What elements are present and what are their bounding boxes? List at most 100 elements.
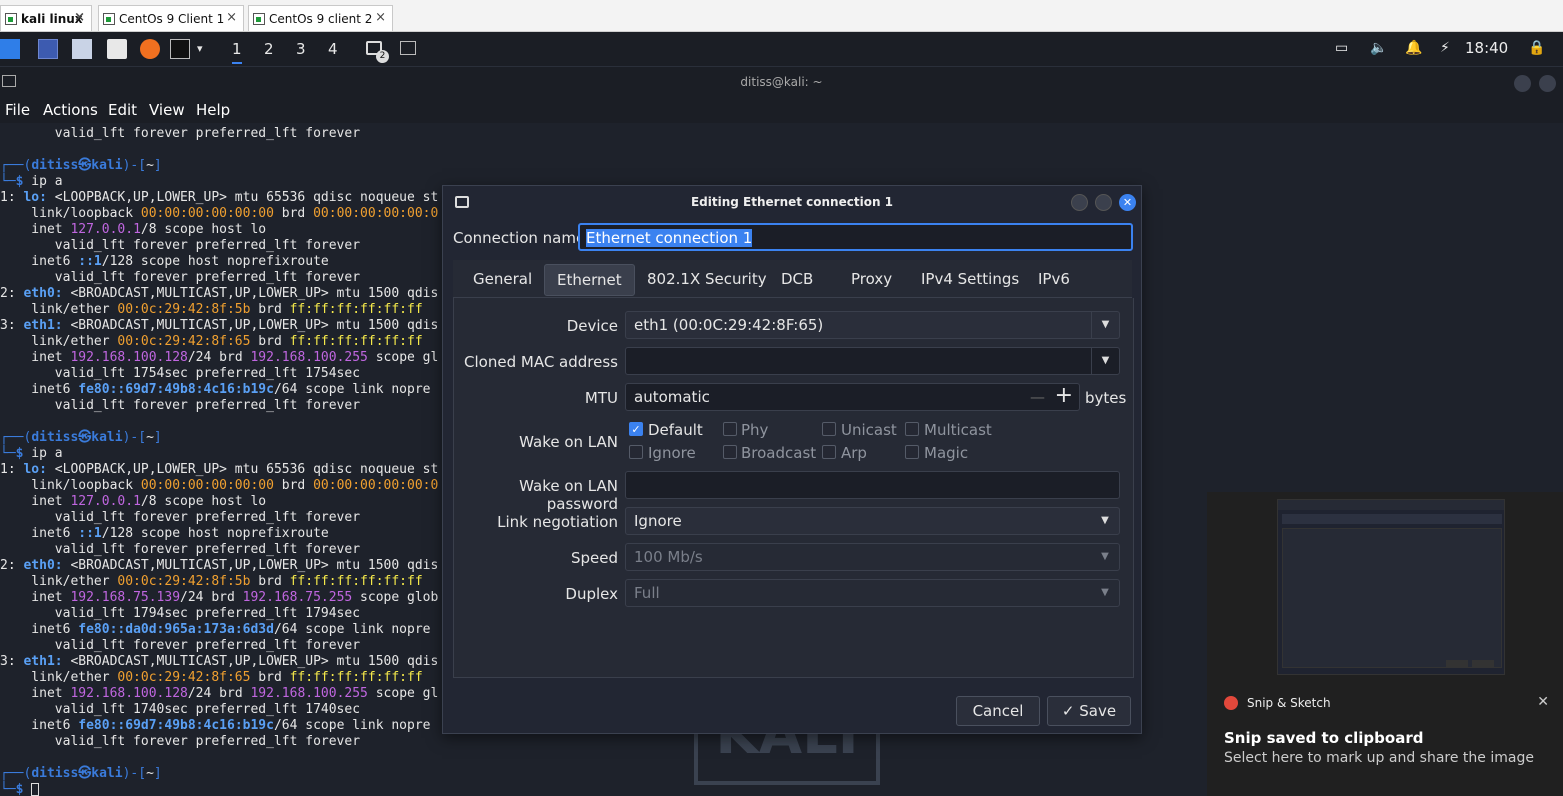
wol-default-checkbox[interactable]: ✓ [629,422,643,436]
link-negotiation-select[interactable]: Ignore ▼ [625,507,1120,535]
workspace-4[interactable]: 4 [328,40,338,58]
wol-magic-checkbox[interactable] [905,445,919,459]
tab-ethernet[interactable]: Ethernet [544,264,635,296]
terminal-line: inet 127.0.0.1/8 scope host lo [0,222,267,237]
menu-actions[interactable]: Actions [43,101,98,119]
desktop-icon[interactable] [38,39,58,59]
vm-tab-centos-1[interactable]: CentOs 9 Client 1 × [98,5,244,31]
vm-icon [5,12,17,25]
wol-ignore-checkbox[interactable] [629,445,643,459]
tab-dcb[interactable]: DCB [769,264,825,296]
workspace-2[interactable]: 2 [264,40,274,58]
notification-subtitle: Select here to mark up and share the ima… [1224,750,1534,766]
wol-unicast-label: Unicast [841,421,897,439]
menu-file[interactable]: File [5,101,30,119]
terminal-window-icon[interactable] [400,41,416,55]
workspace-3[interactable]: 3 [296,40,306,58]
device-select[interactable]: eth1 (00:0C:29:42:8F:65) ▼ [625,311,1120,339]
tab-8021x-security[interactable]: 802.1X Security [635,264,779,296]
checkmark-icon: ✓ [1061,702,1080,720]
minimize-button[interactable] [1071,194,1088,211]
wol-arp-checkbox[interactable] [822,445,836,459]
display-icon[interactable]: ▭ [1335,40,1348,56]
terminal-line: 3: eth1: <BROADCAST,MULTICAST,UP,LOWER_U… [0,318,439,333]
close-icon[interactable]: × [226,10,237,25]
terminal-line: 2: eth0: <BROADCAST,MULTICAST,UP,LOWER_U… [0,286,439,301]
volume-icon[interactable]: 🔈 [1370,40,1387,56]
close-icon[interactable]: ✕ [1537,694,1549,710]
terminal-line: valid_lft forever preferred_lft forever [0,126,361,141]
cloned-mac-select[interactable]: ▼ [625,347,1120,375]
close-icon[interactable]: × [375,10,386,25]
duplex-select[interactable]: Full ▼ [625,579,1120,607]
terminal-line: link/loopback 00:00:00:00:00:00 brd 00:0… [0,206,439,221]
close-button[interactable]: ✕ [1119,194,1136,211]
maximize-button[interactable] [1539,75,1556,92]
firefox-icon[interactable] [140,39,160,59]
chevron-down-icon: ▼ [1101,551,1109,562]
workspace-1[interactable]: 1 [232,40,242,64]
duplex-label: Duplex [565,585,618,603]
vm-tab-bar: kali linux × CentOs 9 Client 1 × CentOs 9 … [0,0,1563,32]
terminal-line: inet6 ::1/128 scope host noprefixroute [0,526,329,541]
terminal-line: valid_lft forever preferred_lft forever [0,638,361,653]
terminal-line: ┌──(ditiss㉿kali)-[~] [0,158,162,173]
vm-tab-centos-2[interactable]: CentOs 9 client 2 × [248,5,393,31]
bell-icon[interactable]: 🔔 [1405,40,1422,56]
cancel-button[interactable]: Cancel [956,696,1040,726]
menu-help[interactable]: Help [196,101,230,119]
terminal-line: valid_lft forever preferred_lft forever [0,734,361,749]
dialog-tabs: General Ethernet 802.1X Security DCB Pro… [453,260,1132,318]
snip-notification[interactable]: Snip & Sketch ✕ Snip saved to clipboard … [1207,492,1563,796]
wol-magic-label: Magic [924,444,969,462]
maximize-button[interactable] [1095,194,1112,211]
terminal-line: valid_lft forever preferred_lft forever [0,398,361,413]
wol-ignore-label: Ignore [648,444,696,462]
terminal-line: valid_lft forever preferred_lft forever [0,510,361,525]
terminal-line: 1: lo: <LOOPBACK,UP,LOWER_UP> mtu 65536 … [0,190,439,205]
mtu-input[interactable]: automatic — + [625,383,1080,411]
menu-view[interactable]: View [149,101,185,119]
save-button[interactable]: ✓ Save [1047,696,1131,726]
wol-multicast-label: Multicast [924,421,992,439]
speed-label: Speed [570,549,618,567]
terminal-line: inet 127.0.0.1/8 scope host lo [0,494,267,509]
terminal-line: 3: eth1: <BROADCAST,MULTICAST,UP,LOWER_U… [0,654,439,669]
wol-broadcast-label: Broadcast [741,444,817,462]
close-icon[interactable]: × [74,10,85,25]
vm-icon [253,12,265,25]
wol-phy-checkbox[interactable] [723,422,737,436]
chevron-down-icon[interactable]: ▾ [197,42,203,55]
terminal-line: link/loopback 00:00:00:00:00:00 brd 00:0… [0,478,439,493]
chevron-down-icon: ▼ [1101,515,1109,526]
plus-icon[interactable]: + [1055,384,1073,408]
wol-unicast-checkbox[interactable] [822,422,836,436]
terminal-line: 1: lo: <LOOPBACK,UP,LOWER_UP> mtu 65536 … [0,462,439,477]
terminal-line: valid_lft 1754sec preferred_lft 1754sec [0,366,361,381]
vm-tab-kali[interactable]: kali linux × [0,5,92,31]
power-icon[interactable]: ⚡ [1440,40,1450,56]
terminal-line: inet 192.168.100.128/24 brd 192.168.100.… [0,350,439,365]
wol-password-input[interactable] [625,471,1120,499]
clock[interactable]: 18:40 [1465,39,1508,57]
tab-ipv4-settings[interactable]: IPv4 Settings [909,264,1031,296]
terminal-line: valid_lft 1740sec preferred_lft 1740sec [0,702,361,717]
device-label: Device [566,317,618,335]
lock-icon[interactable]: 🔒 [1528,40,1545,56]
tab-proxy[interactable]: Proxy [839,264,904,296]
cloned-mac-label: Cloned MAC address [464,353,618,371]
file-manager-icon[interactable] [72,39,92,59]
kali-menu-icon[interactable] [0,39,20,59]
menu-edit[interactable]: Edit [108,101,137,119]
connection-name-label: Connection name [453,229,586,247]
speed-select[interactable]: 100 Mb/s ▼ [625,543,1120,571]
tab-ipv6-settings[interactable]: IPv6 Settings [1026,264,1132,318]
text-editor-icon[interactable] [107,39,127,59]
tab-general[interactable]: General [461,264,544,296]
wol-multicast-checkbox[interactable] [905,422,919,436]
terminal-icon[interactable] [170,39,190,59]
wol-broadcast-checkbox[interactable] [723,445,737,459]
minus-icon[interactable]: — [1030,384,1045,410]
minimize-button[interactable] [1514,75,1531,92]
connection-name-input[interactable]: Ethernet connection 1 [578,223,1133,251]
